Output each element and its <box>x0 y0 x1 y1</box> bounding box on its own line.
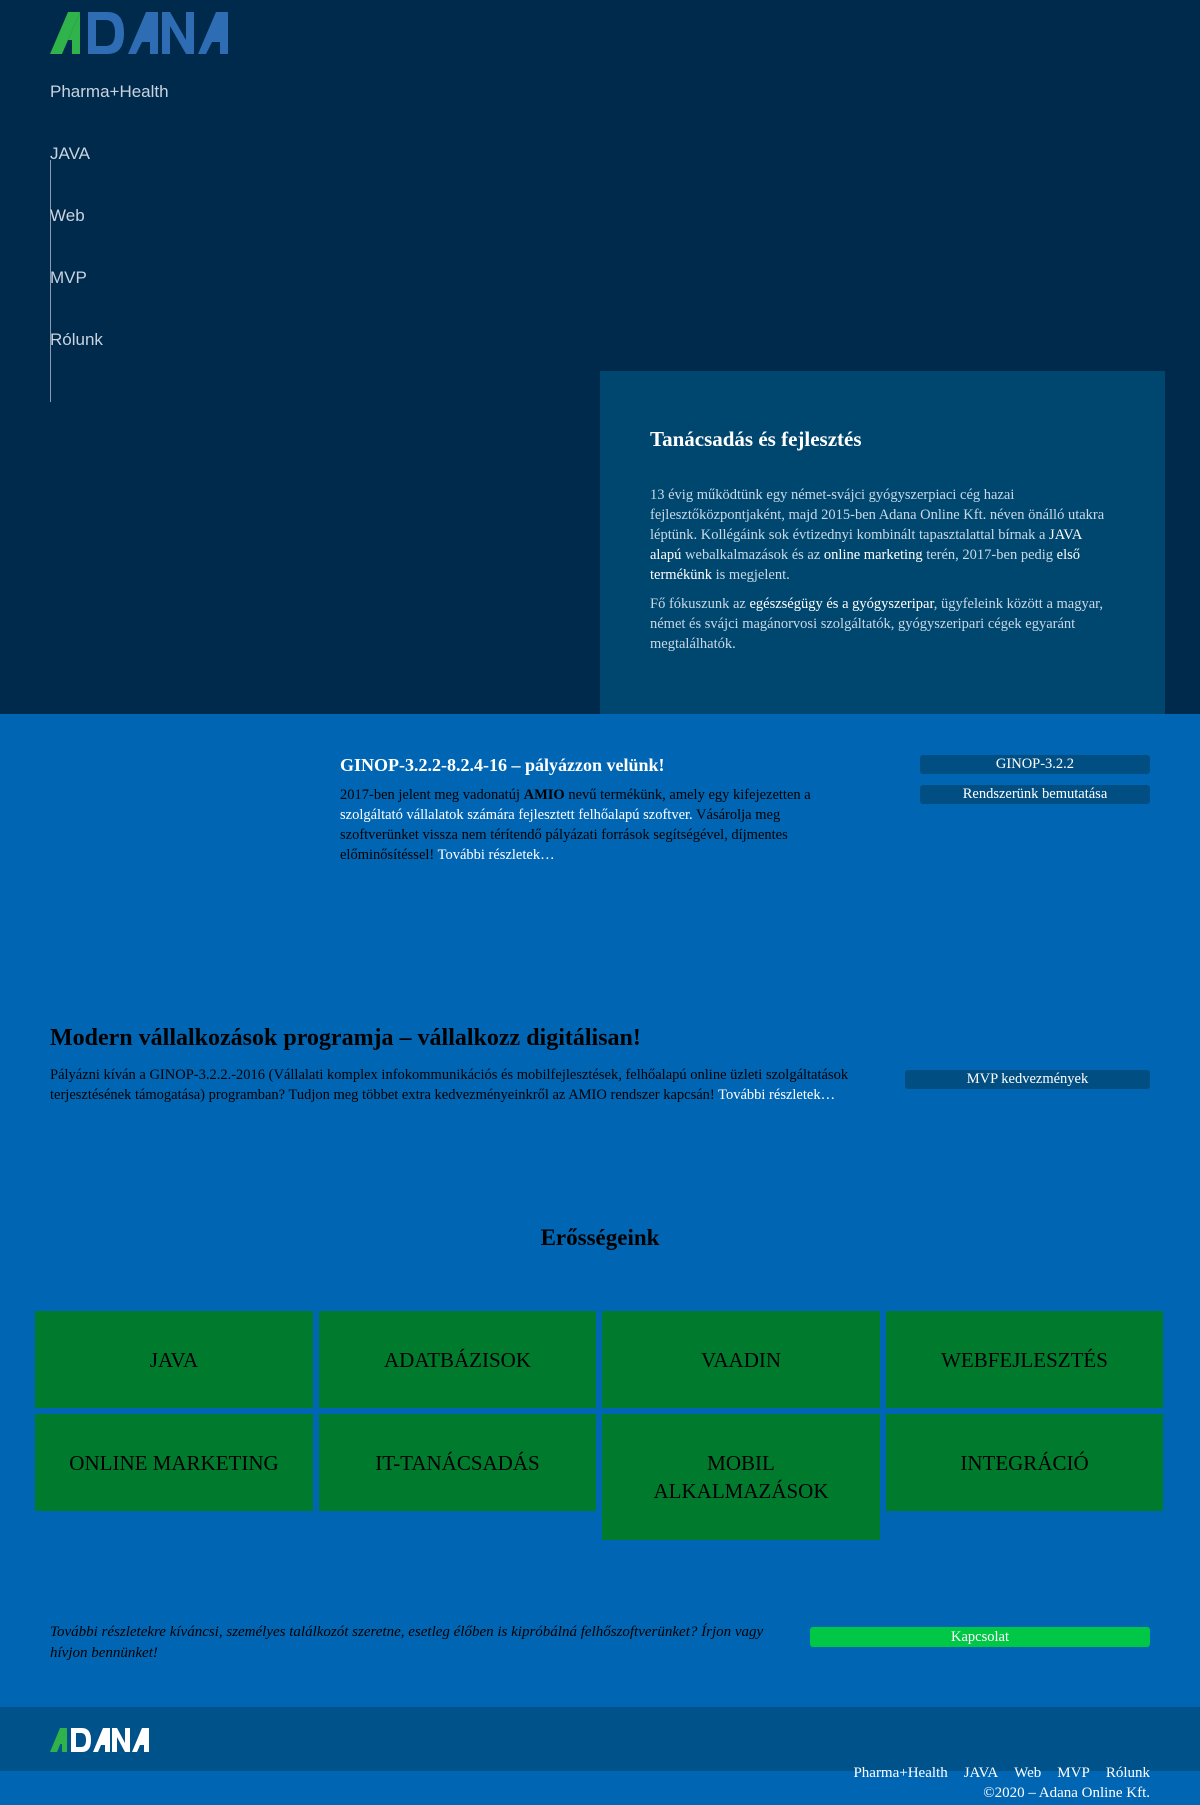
intro-text: webalkalmazások és az <box>681 547 824 563</box>
mvp-more-link[interactable]: További részletek… <box>718 1087 835 1103</box>
strength-tile-java[interactable]: JAVA <box>35 1311 313 1408</box>
ginop-button[interactable]: GINOP-3.2.2 <box>920 755 1150 774</box>
contact-button[interactable]: Kapcsolat <box>810 1627 1150 1647</box>
copyright: ©2020 – Adana Online Kft. <box>983 1785 1150 1801</box>
system-demo-button[interactable]: Rendszerünk bemutatása <box>920 785 1150 804</box>
intro-text: Fő fókuszunk az <box>650 596 750 612</box>
footer-nav-mvp[interactable]: MVP <box>1057 1765 1090 1782</box>
mvp-title: Modern vállalkozások programja – vállalk… <box>50 1025 641 1051</box>
intro-text: is megjelent. <box>712 567 790 583</box>
intro-paragraph-1: 13 évig működtünk egy német-svájci gyógy… <box>650 485 1115 585</box>
strengths-title: Erősségeink <box>540 1225 660 1250</box>
contact-prompt: További részletekre kíváncsi, személyes … <box>50 1624 764 1661</box>
intro-panel: Tanácsadás és fejlesztés 13 évig működtü… <box>600 371 1165 714</box>
online-marketing-link[interactable]: online marketing <box>824 547 923 563</box>
nav-pharma-health[interactable]: Pharma+Health <box>50 82 169 102</box>
ginop-text-part: 2017-ben jelent meg vadonatúj <box>340 787 524 803</box>
footer-nav: Pharma+Health JAVA Web MVP Rólunk <box>853 1765 1150 1782</box>
strength-tile-mobile-apps[interactable]: MOBIL ALKALMAZÁSOK <box>602 1414 880 1540</box>
footer-nav-pharma-health[interactable]: Pharma+Health <box>853 1765 947 1782</box>
strength-tile-it-consulting[interactable]: IT-TANÁCSADÁS <box>319 1414 596 1511</box>
healthcare-link[interactable]: egészségügy és a gyógyszeripar <box>749 596 933 612</box>
ginop-title: GINOP-3.2.2-8.2.4-16 – pályázzon velünk! <box>340 755 665 775</box>
ginop-text-part: nevű termékünk, amely egy kifejezetten a <box>564 787 811 803</box>
footer-adana-logo[interactable] <box>50 1727 152 1753</box>
ginop-text: 2017-ben jelent meg vadonatúj AMIO nevű … <box>340 785 840 865</box>
strength-tile-databases[interactable]: ADATBÁZISOK <box>319 1311 596 1408</box>
nav-java[interactable]: JAVA <box>50 144 90 164</box>
mvp-text: Pályázni kíván a GINOP-3.2.2.-2016 (Váll… <box>50 1065 890 1105</box>
amio-product-name: AMIO <box>523 787 565 803</box>
footer-nav-rolunk[interactable]: Rólunk <box>1106 1765 1150 1782</box>
mvp-section: Modern vállalkozások programja – vállalk… <box>50 1025 890 1105</box>
intro-text: terén, 2017-ben pedig <box>922 547 1057 563</box>
intro-text: 13 évig működtünk egy német-svájci gyógy… <box>650 487 1105 543</box>
strength-tile-webdev[interactable]: WEBFEJLESZTÉS <box>886 1311 1163 1408</box>
footer-nav-java[interactable]: JAVA <box>964 1765 998 1782</box>
footer <box>0 1707 1200 1771</box>
intro-paragraph-2: Fő fókuszunk az egészségügy és a gyógysz… <box>650 594 1115 654</box>
ginop-more-link[interactable]: További részletek… <box>438 847 555 863</box>
nav-web[interactable]: Web <box>50 206 85 226</box>
mvp-discounts-button[interactable]: MVP kedvezmények <box>905 1070 1150 1089</box>
strength-tile-online-marketing[interactable]: ONLINE MARKETING <box>35 1414 313 1511</box>
nav-rolunk[interactable]: Rólunk <box>50 330 103 350</box>
ginop-text-highlight: szolgáltató vállalatok számára fejleszte… <box>340 807 693 823</box>
nav-mvp[interactable]: MVP <box>50 268 87 288</box>
strength-tile-integration[interactable]: INTEGRÁCIÓ <box>886 1414 1163 1511</box>
adana-logo[interactable] <box>50 10 234 56</box>
intro-title: Tanácsadás és fejlesztés <box>650 427 862 451</box>
ginop-section: GINOP-3.2.2-8.2.4-16 – pályázzon velünk!… <box>340 755 840 865</box>
footer-nav-web[interactable]: Web <box>1014 1765 1041 1782</box>
strength-tile-vaadin[interactable]: VAADIN <box>602 1311 880 1408</box>
hero-section: Pharma+Health JAVA Web MVP Rólunk Tanács… <box>0 0 1200 714</box>
